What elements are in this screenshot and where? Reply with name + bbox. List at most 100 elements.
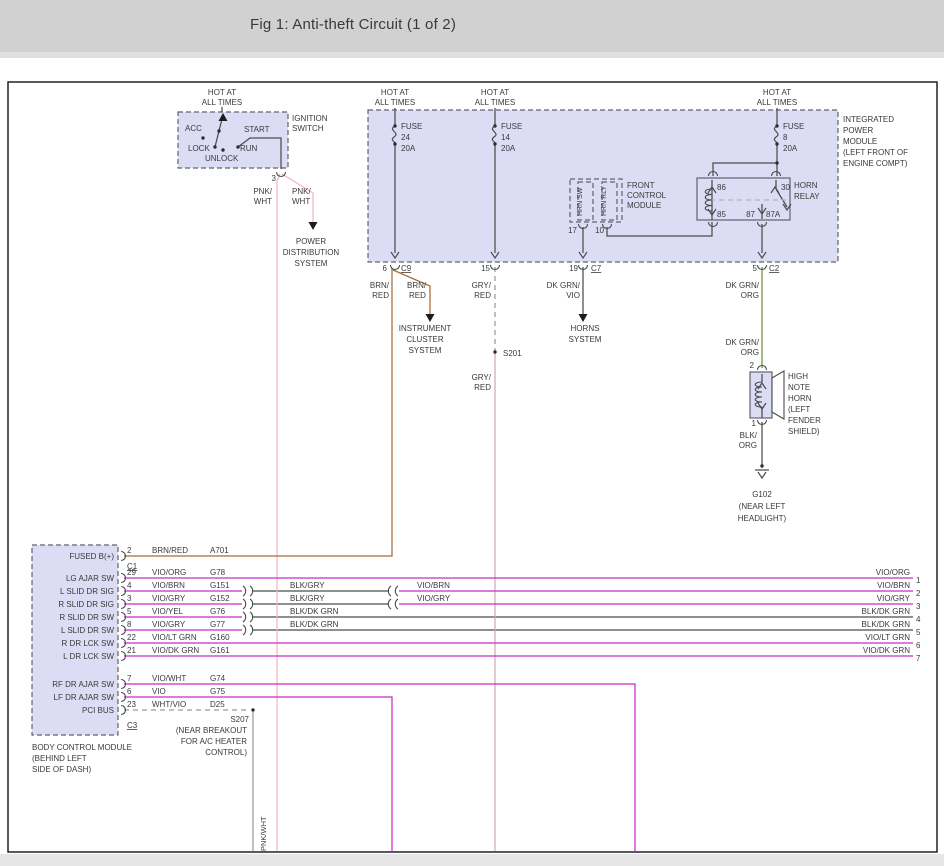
diagram-label: ALL TIMES [375,98,415,107]
diagram-label: BLK/DK GRN [862,620,911,629]
diagram-label: (NEAR LEFT [739,502,786,511]
diagram-label: PNK/ [292,187,311,196]
high-note-horn-box [750,372,772,418]
diagram-label: 85 [717,210,726,219]
diagram-label: HRN SW [577,187,584,216]
diagram-label: HIGH [788,372,808,381]
junction-dot [493,142,496,145]
diagram-label: INSTRUMENT [399,324,452,333]
diagram-label: HEADLIGHT) [738,514,787,523]
diagram-label: (NEAR BREAKOUT [176,726,247,735]
diagram-label: HORN [794,181,818,190]
diagram-label: BLK/ [740,431,758,440]
diagram-label: VIO/YEL [152,607,184,616]
diagram-label: HORNS [571,324,600,333]
diagram-label: RED [409,291,426,300]
diagram-label: 5 [916,628,921,637]
diagram-label: 87 [746,210,755,219]
diagram-label: VIO/BRN [417,581,450,590]
diagram-label: G75 [210,687,226,696]
diagram-label: G77 [210,620,226,629]
diagram-label: L DR LCK SW [63,652,114,661]
diagram-label: C2 [769,264,780,273]
junction-dot [493,350,496,353]
diagram-label: HORN [788,394,812,403]
diagram-label: SWITCH [292,124,324,133]
diagram-label: 8 [127,620,132,629]
diagram-label: C7 [591,264,602,273]
diagram-label: MODULE [627,201,661,210]
diagram-label: D25 [210,700,225,709]
diagram-label: HOT AT [481,88,509,97]
diagram-label: VIO/ORG [152,568,186,577]
diagram-label: 15 [481,264,490,273]
diagram-label: 3 [916,602,921,611]
diagram-label: 7 [916,654,921,663]
diagram-label: VIO/DK GRN [863,646,910,655]
diagram-label: VIO/GRY [417,594,451,603]
diagram-label: POWER [843,126,873,135]
junction-dot [493,124,496,127]
diagram-label: BLK/DK GRN [290,607,339,616]
diagram-label: DK GRN/ [726,338,760,347]
diagram-label: BRN/ [407,281,427,290]
diagram-label: ORG [741,291,759,300]
diagram-label: CONTROL) [205,748,247,757]
diagram-label: ALL TIMES [757,98,797,107]
diagram-label: BLK/DK GRN [862,607,911,616]
diagram-label: PNK/ [253,187,272,196]
diagram-label: L SLID DR SIG [60,587,114,596]
diagram-label: 21 [127,646,136,655]
diagram-label: HOT AT [381,88,409,97]
diagram-label: 2 [916,589,921,598]
diagram-label: BLK/DK GRN [290,620,339,629]
diagram-label: VIO [152,687,166,696]
diagram-label: L SLID DR SW [61,626,114,635]
diagram-label: R SLID DR SIG [58,600,114,609]
diagram-label: S201 [503,349,522,358]
diagram-label: GRY/ [472,281,492,290]
diagram-label: 22 [127,633,136,642]
diagram-label: C1 [127,562,138,571]
diagram-label: ORG [739,441,757,450]
diagram-label: DK GRN/ [547,281,581,290]
diagram-label: RED [474,291,491,300]
diagram-label: 1 [916,576,921,585]
junction-dot [221,148,224,151]
diagram-label: 3 [272,174,277,183]
diagram-label: 1 [752,419,757,428]
diagram-label: START [244,125,270,134]
diagram-label: 4 [127,581,132,590]
diagram-label: ORG [741,348,759,357]
diagram-label: 2 [750,361,755,370]
diagram-label: VIO/DK GRN [152,646,199,655]
diagram-label: FUSE [501,122,522,131]
diagram-label: R DR LCK SW [62,639,115,648]
page: { "header": { "title": "Fig 1: Anti-thef… [0,0,944,866]
wiring-diagram: HOT ATALL TIMESACCLOCKUNLOCKSTARTRUNIGNI… [0,0,944,866]
diagram-label: HOT AT [763,88,791,97]
diagram-label: (BEHIND LEFT [32,754,87,763]
junction-dot [393,124,396,127]
diagram-label: FRONT [627,181,655,190]
diagram-label: 2 [127,546,132,555]
diagram-label: LG AJAR SW [66,574,114,583]
diagram-label: PCI BUS [82,706,114,715]
diagram-label: INTEGRATED [843,115,894,124]
diagram-label: G161 [210,646,230,655]
diagram-label: G151 [210,581,230,590]
diagram-label: BLK/GRY [290,594,325,603]
diagram-label: 17 [568,226,577,235]
diagram-label: 30 [781,183,790,192]
diagram-label: RF DR AJAR SW [52,680,114,689]
horn-speaker-cone [772,371,784,419]
diagram-label: G102 [752,490,772,499]
diagram-label: 5 [753,264,758,273]
diagram-label: 7 [127,674,132,683]
diagram-label: RED [474,383,491,392]
diagram-label: R SLID DR SW [59,613,114,622]
diagram-label: G152 [210,594,230,603]
diagram-label: 24 [401,133,410,142]
junction-dot [775,161,778,164]
diagram-label: WHT [292,197,310,206]
